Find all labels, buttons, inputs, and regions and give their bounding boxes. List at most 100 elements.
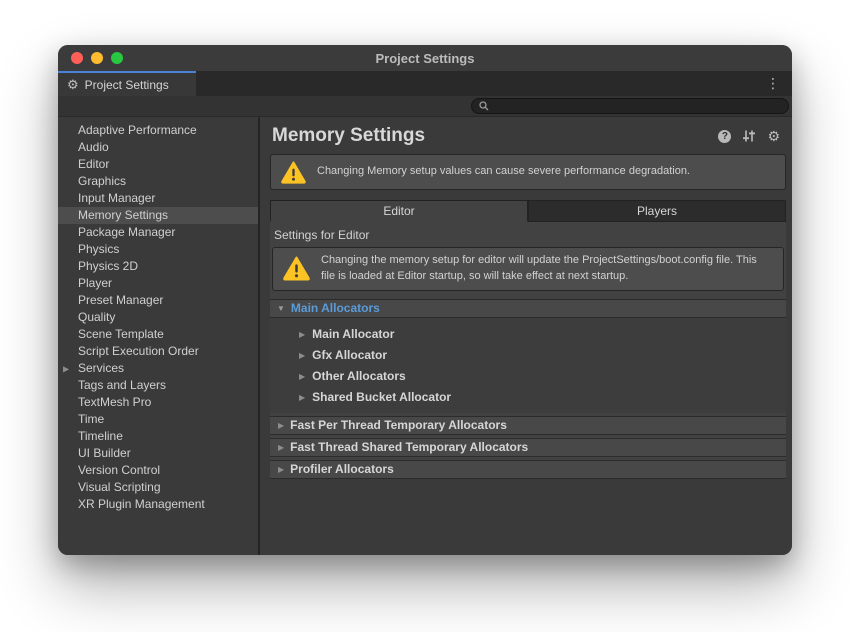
- allocator-foldout[interactable]: ▶ Shared Bucket Allocator: [270, 387, 786, 408]
- sidebar-item-label: Visual Scripting: [78, 480, 161, 494]
- foldout-main-allocators[interactable]: ▼ Main Allocators: [270, 299, 786, 318]
- search-field[interactable]: [471, 98, 789, 114]
- minimize-window-button[interactable]: [91, 52, 103, 64]
- sidebar-item-label: Player: [78, 276, 112, 290]
- sidebar-item-label: Time: [78, 412, 104, 426]
- target-tab[interactable]: Editor: [270, 200, 528, 222]
- warning-icon: [281, 161, 306, 184]
- zoom-window-button[interactable]: [111, 52, 123, 64]
- chevron-right-icon: ▶: [278, 443, 284, 452]
- sidebar-item-label: Scene Template: [78, 327, 164, 341]
- sidebar-item[interactable]: ▶ XR Plugin Management: [58, 496, 258, 513]
- warning-icon: [283, 256, 310, 281]
- sidebar-item-label: XR Plugin Management: [78, 497, 205, 511]
- sidebar-item-label: Audio: [78, 140, 109, 154]
- editor-warning-banner: Changing the memory setup for editor wil…: [272, 247, 784, 291]
- sidebar-item[interactable]: ▶ Audio: [58, 139, 258, 156]
- sidebar-item-label: Services: [78, 361, 124, 375]
- chevron-right-icon: ▶: [299, 393, 305, 402]
- sidebar-item[interactable]: ▶ Tags and Layers: [58, 377, 258, 394]
- allocator-label: Other Allocators: [312, 369, 406, 383]
- sidebar-item[interactable]: ▶ Editor: [58, 156, 258, 173]
- sidebar-item[interactable]: ▶ Services: [58, 360, 258, 377]
- chevron-right-icon: ▶: [299, 351, 305, 360]
- gear-icon[interactable]: ⚙: [767, 129, 780, 143]
- editor-warning-text: Changing the memory setup for editor wil…: [321, 253, 773, 285]
- sidebar-item-label: Quality: [78, 310, 115, 324]
- sidebar-item[interactable]: ▶ Physics: [58, 241, 258, 258]
- preset-icon[interactable]: [742, 130, 756, 142]
- chevron-right-icon: ▶: [278, 421, 284, 430]
- sidebar-item[interactable]: ▶ Graphics: [58, 173, 258, 190]
- header-icons: ? ⚙: [718, 129, 780, 143]
- sidebar-item[interactable]: ▶ Timeline: [58, 428, 258, 445]
- window-title: Project Settings: [376, 51, 475, 66]
- collapsed-sections: ▶ Fast Per Thread Temporary Allocators ▶…: [270, 416, 786, 479]
- warning-banner: Changing Memory setup values can cause s…: [270, 154, 786, 190]
- sidebar-item-label: Graphics: [78, 174, 126, 188]
- help-icon[interactable]: ?: [718, 130, 731, 143]
- gear-icon: ⚙: [67, 78, 79, 91]
- sidebar-item[interactable]: ▶ Physics 2D: [58, 258, 258, 275]
- tab-project-settings[interactable]: ⚙ Project Settings: [58, 71, 196, 96]
- allocator-foldout[interactable]: ▶ Gfx Allocator: [270, 345, 786, 366]
- page-title: Memory Settings: [272, 125, 718, 147]
- sidebar-item[interactable]: ▶ Version Control: [58, 462, 258, 479]
- chevron-right-icon[interactable]: ▶: [63, 360, 69, 377]
- sidebar-item[interactable]: ▶ Player: [58, 275, 258, 292]
- sidebar-item[interactable]: ▶ Visual Scripting: [58, 479, 258, 496]
- sidebar-item[interactable]: ▶ Adaptive Performance: [58, 122, 258, 139]
- section-foldout-label: Profiler Allocators: [290, 462, 394, 476]
- sidebar-item[interactable]: ▶ Quality: [58, 309, 258, 326]
- sidebar-item[interactable]: ▶ Preset Manager: [58, 292, 258, 309]
- sidebar-item[interactable]: ▶ Memory Settings: [58, 207, 258, 224]
- sidebar-item-label: TextMesh Pro: [78, 395, 151, 409]
- close-window-button[interactable]: [71, 52, 83, 64]
- traffic-lights: [71, 45, 123, 71]
- sidebar-item[interactable]: ▶ Time: [58, 411, 258, 428]
- section-foldout[interactable]: ▶ Fast Thread Shared Temporary Allocator…: [270, 438, 786, 457]
- section-foldout-label: Fast Thread Shared Temporary Allocators: [290, 440, 528, 454]
- toolbar: [58, 96, 792, 117]
- chevron-right-icon: ▶: [278, 465, 284, 474]
- allocator-foldout[interactable]: ▶ Main Allocator: [270, 324, 786, 345]
- sidebar-item-label: Version Control: [78, 463, 160, 477]
- chevron-right-icon: ▶: [299, 372, 305, 381]
- target-tab[interactable]: Players: [528, 200, 786, 222]
- dock-menu-button[interactable]: ⋮: [766, 71, 780, 96]
- target-tab-label: Editor: [383, 204, 414, 218]
- allocator-label: Gfx Allocator: [312, 348, 387, 362]
- warning-text: Changing Memory setup values can cause s…: [317, 164, 690, 180]
- allocator-label: Main Allocator: [312, 327, 394, 341]
- chevron-right-icon: ▶: [299, 330, 305, 339]
- sidebar-item[interactable]: ▶ Package Manager: [58, 224, 258, 241]
- sidebar-item[interactable]: ▶ Input Manager: [58, 190, 258, 207]
- section-foldout[interactable]: ▶ Fast Per Thread Temporary Allocators: [270, 416, 786, 435]
- page-header: Memory Settings ? ⚙: [260, 117, 792, 152]
- main-split: ▶ Adaptive Performance ▶ Audio ▶ Editor …: [58, 117, 792, 555]
- settings-sidebar: ▶ Adaptive Performance ▶ Audio ▶ Editor …: [58, 117, 260, 555]
- search-input[interactable]: [494, 99, 781, 113]
- sidebar-item-label: Physics: [78, 242, 119, 256]
- sidebar-item[interactable]: ▶ Scene Template: [58, 326, 258, 343]
- allocator-foldout[interactable]: ▶ Other Allocators: [270, 366, 786, 387]
- main-allocators-body: ▶ Main Allocator ▶ Gfx Allocator ▶ Other…: [270, 318, 786, 413]
- target-tabs: Editor Players: [270, 200, 786, 222]
- allocator-label: Shared Bucket Allocator: [312, 390, 451, 404]
- project-settings-window: Project Settings ⚙ Project Settings ⋮ ▶ …: [58, 45, 792, 555]
- section-foldout[interactable]: ▶ Profiler Allocators: [270, 460, 786, 479]
- sidebar-item-label: Adaptive Performance: [78, 123, 197, 137]
- search-icon: [479, 101, 489, 111]
- section-foldout-label: Fast Per Thread Temporary Allocators: [290, 418, 507, 432]
- sidebar-item[interactable]: ▶ Script Execution Order: [58, 343, 258, 360]
- sidebar-item[interactable]: ▶ UI Builder: [58, 445, 258, 462]
- sidebar-item[interactable]: ▶ TextMesh Pro: [58, 394, 258, 411]
- sidebar-item-label: Timeline: [78, 429, 123, 443]
- sidebar-item-label: Tags and Layers: [78, 378, 166, 392]
- sidebar-item-label: Memory Settings: [78, 208, 168, 222]
- sidebar-item-label: Package Manager: [78, 225, 175, 239]
- sidebar-item-label: Preset Manager: [78, 293, 163, 307]
- chevron-down-icon: ▼: [277, 304, 285, 313]
- foldout-label: Main Allocators: [291, 301, 380, 315]
- editor-settings-panel: Settings for Editor Changing the memory …: [270, 222, 786, 479]
